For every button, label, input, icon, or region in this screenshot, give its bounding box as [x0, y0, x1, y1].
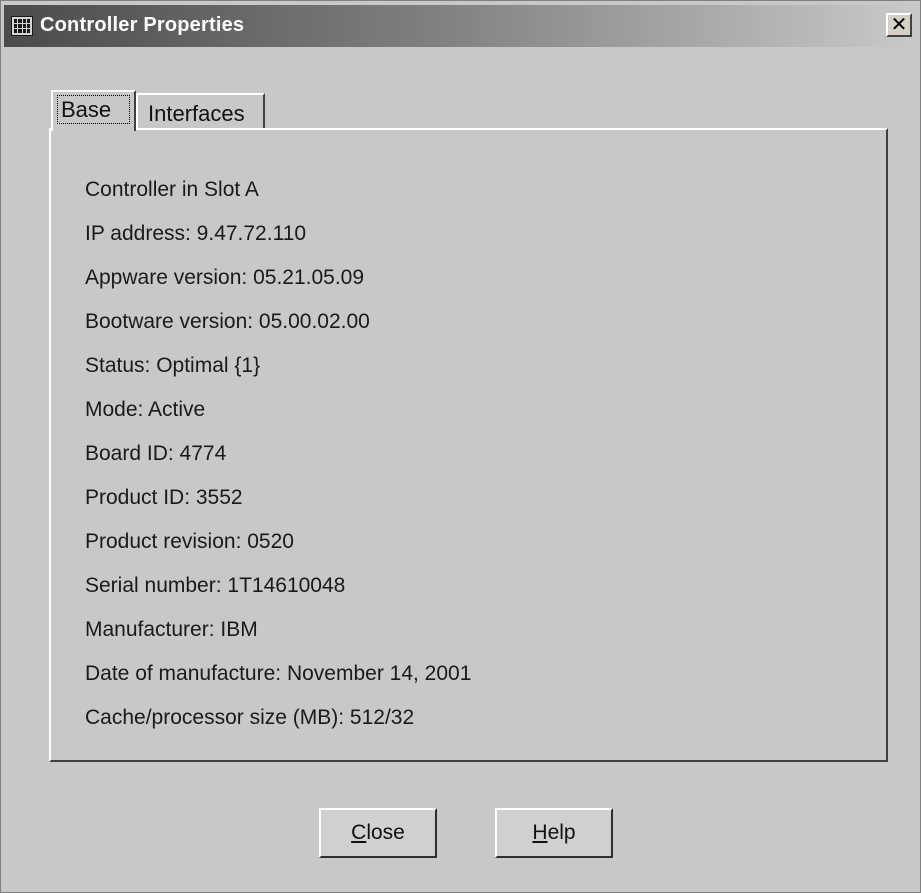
property-slot: Controller in Slot A — [85, 178, 259, 201]
property-bootware-version: Bootware version: 05.00.02.00 — [85, 310, 370, 333]
property-product-revision: Product revision: 0520 — [85, 530, 294, 553]
close-button-mnemonic: C — [351, 821, 367, 844]
property-cache-processor-size: Cache/processor size (MB): 512/32 — [85, 706, 415, 729]
help-button-label: elp — [547, 821, 576, 844]
close-button-label: lose — [366, 821, 405, 844]
tab-base[interactable]: Base — [51, 90, 136, 131]
property-appware-version: Appware version: 05.21.05.09 — [85, 266, 365, 289]
property-date-of-manufacture: Date of manufacture: November 14, 2001 — [85, 662, 472, 685]
tab-interfaces[interactable]: Interfaces — [136, 93, 265, 130]
tab-interfaces-label: Interfaces — [148, 101, 245, 126]
property-manufacturer: Manufacturer: IBM — [85, 618, 258, 641]
property-ip-address: IP address: 9.47.72.110 — [85, 222, 307, 245]
property-board-id: Board ID: 4774 — [85, 442, 227, 465]
close-icon[interactable]: ✕ — [886, 13, 912, 37]
title-bar[interactable]: Controller Properties ✕ — [4, 5, 916, 47]
window-title: Controller Properties — [40, 14, 245, 36]
property-status: Status: Optimal {1} — [85, 354, 261, 377]
property-product-id: Product ID: 3552 — [85, 486, 243, 509]
help-button-mnemonic: H — [532, 821, 548, 844]
property-mode: Mode: Active — [85, 398, 206, 421]
base-tab-panel: Controller in Slot A IP address: 9.47.72… — [49, 128, 888, 762]
controller-grid-icon — [11, 16, 33, 36]
tab-base-label: Base — [61, 97, 112, 122]
controller-properties-dialog: Controller Properties ✕ Base Interfaces … — [0, 0, 921, 893]
help-button[interactable]: Help — [495, 808, 613, 858]
properties-list: Controller in Slot A IP address: 9.47.72… — [85, 168, 471, 740]
close-button[interactable]: Close — [319, 808, 437, 858]
property-serial-number: Serial number: 1T14610048 — [85, 574, 346, 597]
